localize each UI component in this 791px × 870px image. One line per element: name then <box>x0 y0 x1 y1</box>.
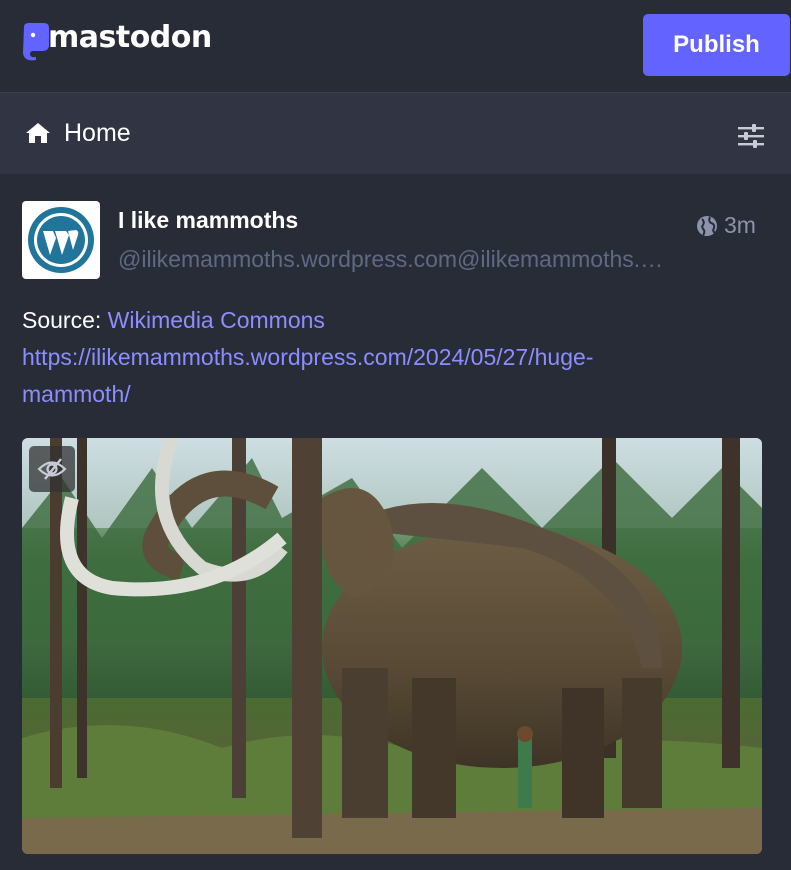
publish-button[interactable]: Publish <box>643 14 790 76</box>
globe-icon <box>697 215 717 236</box>
media-image[interactable] <box>22 438 762 854</box>
source-link[interactable]: Wikimedia Commons <box>108 307 325 333</box>
mastodon-logo[interactable]: mastodon <box>20 20 212 64</box>
display-name[interactable]: I like mammoths <box>118 207 298 234</box>
account-handle[interactable]: @ilikemammoths.wordpress.com@ilikemammot… <box>118 246 668 273</box>
wordpress-icon <box>28 207 94 273</box>
mastodon-logo-icon <box>23 23 49 61</box>
status-content: Source: Wikimedia Commons https://ilikem… <box>22 302 742 413</box>
top-bar: mastodon Publish <box>0 0 791 92</box>
column-header: Home <box>0 92 791 174</box>
source-prefix: Source: <box>22 307 108 333</box>
hide-media-button[interactable] <box>29 446 75 492</box>
column-settings-icon[interactable] <box>738 124 764 148</box>
relative-time[interactable]: 3m <box>724 212 756 239</box>
avatar[interactable] <box>22 201 100 279</box>
eye-slash-icon <box>37 458 67 480</box>
status-meta[interactable]: 3m <box>696 212 756 239</box>
post-url-link[interactable]: https://ilikemammoths.wordpress.com/2024… <box>22 344 593 407</box>
column-title[interactable]: Home <box>64 119 131 148</box>
home-icon <box>26 123 50 143</box>
brand-wordmark: mastodon <box>48 20 212 55</box>
